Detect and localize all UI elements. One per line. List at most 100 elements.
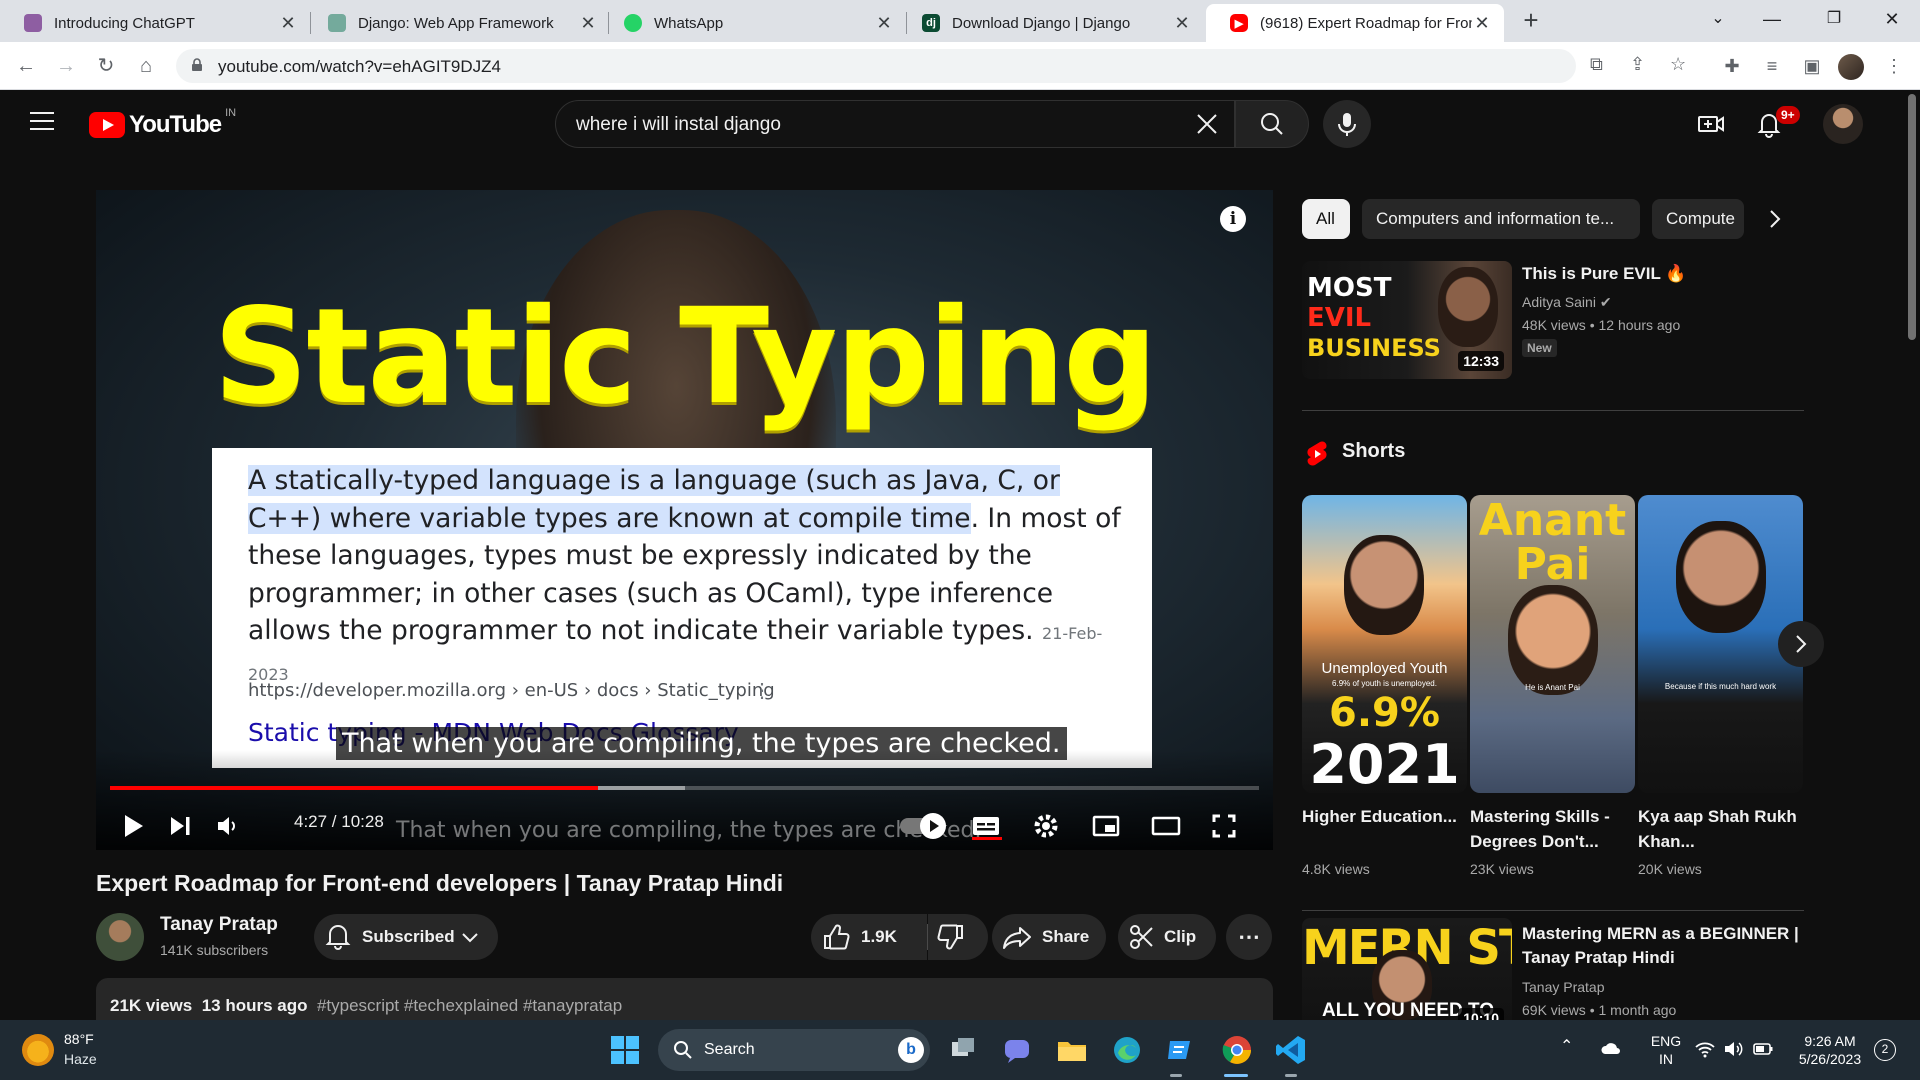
side-panel-icon[interactable]: ▣: [1796, 50, 1828, 82]
edge-icon[interactable]: [1110, 1033, 1144, 1067]
minimize-button[interactable]: —: [1744, 0, 1800, 40]
miniplayer-icon[interactable]: [1088, 808, 1124, 844]
close-icon[interactable]: ✕: [578, 13, 598, 34]
bookmark-star-icon[interactable]: ☆: [1670, 54, 1686, 75]
short-title[interactable]: Higher Education...: [1302, 804, 1462, 829]
hashtags[interactable]: #typescript #techexplained #tanaypratap: [317, 996, 622, 1015]
account-avatar[interactable]: [1823, 104, 1863, 144]
tab-whatsapp[interactable]: WhatsApp ✕: [600, 4, 906, 42]
language-indicator[interactable]: ENG IN: [1644, 1032, 1688, 1068]
chip-computers-info[interactable]: Computers and information te...: [1362, 199, 1640, 239]
tab-django-framework[interactable]: Django: Web App Framework ✕: [304, 4, 610, 42]
more-actions-button[interactable]: ⋯: [1226, 914, 1272, 960]
progress-bar[interactable]: [110, 786, 1259, 790]
recommended-video-title[interactable]: This is Pure EVIL 🔥: [1522, 262, 1802, 286]
speaker-icon[interactable]: [1722, 1038, 1744, 1060]
task-view-icon[interactable]: [946, 1033, 980, 1067]
chip-compute[interactable]: Compute: [1652, 199, 1744, 239]
tab-search-chevron-icon[interactable]: ⌄: [1690, 0, 1746, 40]
scrollbar-thumb[interactable]: [1908, 94, 1916, 340]
wifi-icon[interactable]: [1694, 1038, 1716, 1060]
settings-gear-icon[interactable]: [1028, 808, 1064, 844]
search-query[interactable]: where i will instal django: [576, 114, 781, 136]
play-icon[interactable]: [114, 808, 150, 844]
home-button[interactable]: ⌂: [130, 50, 162, 82]
back-button[interactable]: ←: [10, 50, 42, 82]
short-title[interactable]: Mastering Skills - Degrees Don't...: [1470, 804, 1630, 854]
short-thumbnail[interactable]: Unemployed Youth 6.9% of youth is unempl…: [1302, 495, 1467, 793]
reading-list-icon[interactable]: ≡: [1756, 50, 1788, 82]
tab-youtube-active[interactable]: ▶ (9618) Expert Roadmap for Front ✕: [1206, 4, 1504, 42]
open-in-app-icon[interactable]: ⧉: [1590, 54, 1603, 75]
search-button[interactable]: [1235, 100, 1309, 148]
forward-button[interactable]: →: [50, 50, 82, 82]
weather-temperature[interactable]: 88°F: [64, 1031, 94, 1047]
video-thumbnail[interactable]: MERN STACK ALL YOU NEED TO 10:10: [1302, 918, 1512, 1036]
reload-button[interactable]: ↻: [90, 50, 122, 82]
create-video-icon[interactable]: [1696, 109, 1726, 139]
chrome-icon[interactable]: [1220, 1033, 1254, 1067]
taskbar-search-box[interactable]: Search b: [658, 1029, 930, 1071]
short-thumbnail[interactable]: Anant Pai He is Anant Pai: [1470, 495, 1635, 793]
weather-haze-icon[interactable]: [22, 1034, 54, 1066]
recommended-video-title[interactable]: Mastering MERN as a BEGINNER | Tanay Pra…: [1522, 922, 1812, 970]
autoplay-toggle[interactable]: [900, 813, 946, 839]
next-icon[interactable]: [162, 808, 198, 844]
teams-chat-icon[interactable]: [1000, 1033, 1034, 1067]
show-hidden-icons-chevron-icon[interactable]: ⌃: [1560, 1038, 1573, 1056]
share-icon[interactable]: ⇪: [1630, 54, 1645, 75]
close-icon[interactable]: ✕: [1172, 13, 1192, 34]
browser-profile-avatar[interactable]: [1838, 54, 1864, 80]
recommended-channel[interactable]: Aditya Saini ✔: [1522, 291, 1612, 313]
tab-title: Django: Web App Framework: [358, 14, 554, 32]
clock[interactable]: 9:26 AM 5/26/2023: [1790, 1032, 1870, 1068]
close-window-button[interactable]: ✕: [1864, 0, 1920, 40]
page-scrollbar[interactable]: [1904, 90, 1920, 1020]
browser-menu-icon[interactable]: ⋮: [1878, 50, 1910, 82]
new-tab-button[interactable]: +: [1516, 6, 1546, 36]
extensions-icon[interactable]: ✚: [1716, 50, 1748, 82]
url-text[interactable]: youtube.com/watch?v=ehAGIT9DJZ4: [218, 57, 501, 77]
video-duration: 12:33: [1458, 351, 1504, 371]
video-thumbnail[interactable]: MOST EVIL BUSINESS 12:33: [1302, 261, 1512, 379]
lock-icon[interactable]: [190, 58, 204, 72]
video-player[interactable]: Static Typing A statically-typed languag…: [96, 190, 1273, 850]
windows-start-icon[interactable]: [608, 1033, 642, 1067]
vscode-icon[interactable]: [1274, 1033, 1308, 1067]
omnibox[interactable]: youtube.com/watch?v=ehAGIT9DJZ4: [176, 49, 1576, 83]
file-explorer-icon[interactable]: [1055, 1033, 1089, 1067]
search-input[interactable]: where i will instal django: [555, 100, 1235, 148]
info-icon[interactable]: i: [1220, 206, 1246, 232]
onedrive-cloud-icon[interactable]: [1600, 1038, 1622, 1060]
shorts-next-button[interactable]: [1778, 621, 1824, 667]
tab-download-django[interactable]: dj Download Django | Django ✕: [898, 4, 1204, 42]
clear-search-icon[interactable]: [1192, 109, 1222, 139]
close-icon[interactable]: ✕: [874, 13, 894, 34]
subscribed-button[interactable]: Subscribed: [314, 914, 498, 960]
bing-icon[interactable]: b: [898, 1037, 924, 1063]
tab-introducing-chatgpt[interactable]: Introducing ChatGPT ✕: [0, 4, 310, 42]
channel-name[interactable]: Tanay Pratap: [160, 914, 278, 936]
close-icon[interactable]: ✕: [278, 13, 298, 34]
close-icon[interactable]: ✕: [1472, 13, 1492, 34]
remote-desktop-icon[interactable]: [1164, 1033, 1198, 1067]
voice-search-button[interactable]: [1323, 100, 1371, 148]
notification-center-count[interactable]: 2: [1874, 1039, 1896, 1061]
short-title[interactable]: Kya aap Shah Rukh Khan...: [1638, 804, 1798, 854]
clip-button[interactable]: Clip: [1118, 914, 1216, 960]
dislike-button[interactable]: [928, 914, 988, 960]
battery-icon[interactable]: [1752, 1038, 1774, 1060]
chevron-right-icon[interactable]: [1760, 204, 1790, 234]
theater-mode-icon[interactable]: [1148, 808, 1184, 844]
chip-all[interactable]: All: [1302, 199, 1350, 239]
fullscreen-icon[interactable]: [1206, 808, 1242, 844]
share-button[interactable]: Share: [992, 914, 1106, 960]
weather-description[interactable]: Haze: [64, 1051, 97, 1067]
like-button[interactable]: 1.9K: [811, 914, 927, 960]
channel-avatar[interactable]: [96, 913, 144, 961]
volume-icon[interactable]: [210, 808, 246, 844]
menu-icon[interactable]: [30, 112, 54, 130]
restore-button[interactable]: ❐: [1806, 0, 1862, 40]
recommended-channel[interactable]: Tanay Pratap: [1522, 976, 1605, 998]
youtube-logo[interactable]: YouTube IN: [89, 107, 236, 139]
